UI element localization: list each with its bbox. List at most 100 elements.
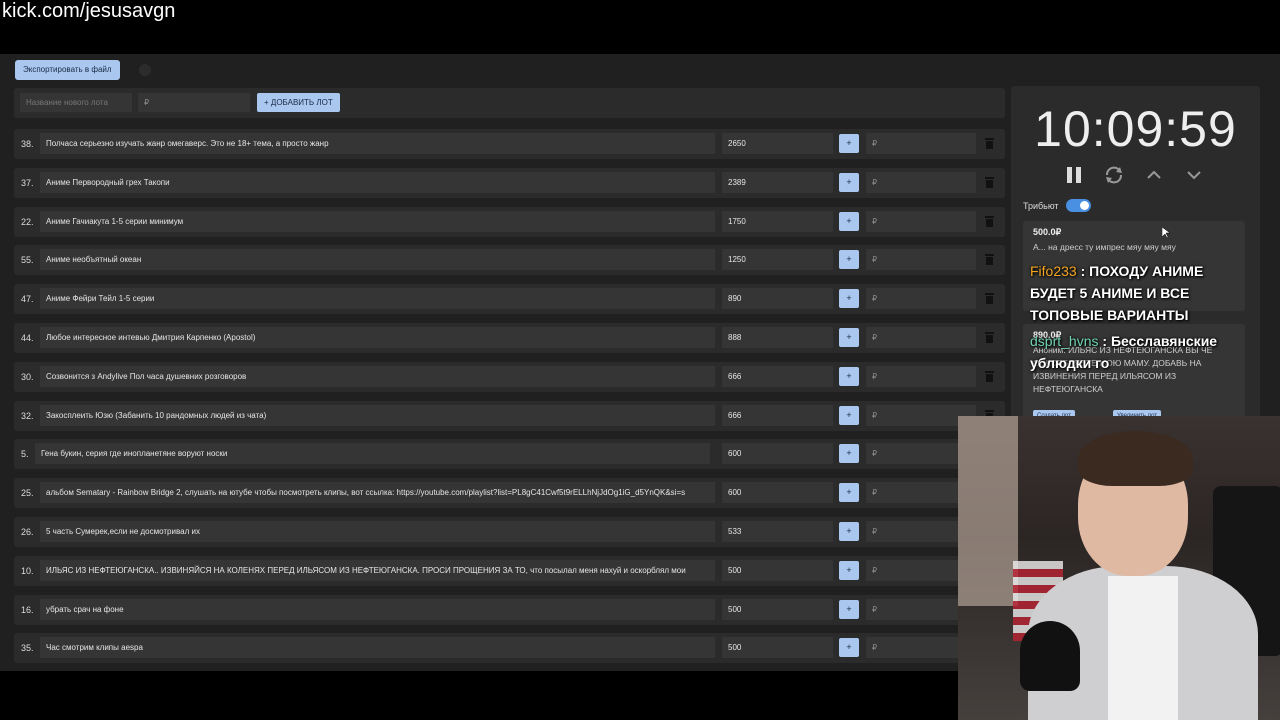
lot-row: 32. Закосплеить Юзю (Забанить 10 рандомны… <box>14 400 1005 431</box>
lot-add-amount-button[interactable]: + <box>839 366 859 386</box>
lot-number: 25. <box>21 488 34 499</box>
lot-amount-input[interactable]: 1250 <box>722 249 833 271</box>
trash-icon[interactable] <box>985 332 994 343</box>
lot-amount-input[interactable]: 2650 <box>722 133 833 154</box>
lot-add-amount-input[interactable]: ₽ <box>866 288 976 310</box>
lot-name-input[interactable]: Полчаса серьезно изучать жанр омегаверс.… <box>40 133 715 154</box>
lot-add-amount-input[interactable]: ₽ <box>866 327 976 348</box>
timer-display: 10:09:59 <box>1034 101 1237 157</box>
lot-name-input[interactable]: Закосплеить Юзю (Забанить 10 рандомных л… <box>40 404 715 426</box>
trash-icon[interactable] <box>985 293 994 305</box>
lot-add-amount-button[interactable]: + <box>839 328 859 347</box>
webcam-person-shirt <box>1108 576 1178 720</box>
lot-amount-input[interactable]: 888 <box>722 327 833 348</box>
lot-add-amount-button[interactable]: + <box>839 444 859 464</box>
lot-amount-input[interactable]: 500 <box>722 637 833 659</box>
trash-icon[interactable] <box>985 176 994 188</box>
lot-row: 22. Аниме Гачиакута 1-5 серии минимум 1750… <box>14 206 1005 237</box>
lot-add-amount-input[interactable]: ₽ <box>866 249 976 271</box>
lot-row: 26. 5 часть Сумерек,если не досмотривал и… <box>14 517 1005 547</box>
donation-card: 890.0₽ Аноним: ИЛЬЯС ИЗ НЕФТЕЮГАНСКА ВЫ … <box>1023 324 1245 426</box>
trash-icon[interactable] <box>985 254 994 266</box>
lot-name-input[interactable]: Гена букин, серия где инопланетяне ворую… <box>35 443 710 465</box>
lot-name-input[interactable]: Час смотрим клипы aespa <box>40 637 715 659</box>
lot-name-input[interactable]: альбом Sematary - Rainbow Bridge 2, слуш… <box>40 482 715 504</box>
lot-add-amount-button[interactable]: + <box>839 289 859 309</box>
lot-number: 55. <box>21 255 34 266</box>
lot-amount-input[interactable]: 666 <box>722 365 833 387</box>
lot-number: 22. <box>21 216 34 227</box>
lot-amount-input[interactable]: 533 <box>722 521 833 542</box>
lot-name-input[interactable]: убрать срач на фоне <box>40 598 715 620</box>
lot-name-input[interactable]: Аниме Гачиакута 1-5 серии минимум <box>40 210 715 232</box>
export-file-button[interactable]: Экспортировать в файл <box>15 60 120 80</box>
lot-add-amount-input[interactable]: ₽ <box>866 210 976 232</box>
lot-amount-input[interactable]: 600 <box>722 443 833 465</box>
lot-add-amount-input[interactable]: ₽ <box>866 171 976 193</box>
lot-row: 37. Аниме Первородный грех Такопи 2389 + ₽ <box>14 167 1005 198</box>
lot-add-amount-button[interactable]: + <box>839 211 859 231</box>
trash-icon[interactable] <box>985 215 994 227</box>
lot-name-input[interactable]: Созвонится з Andylive Пол часа душевних … <box>40 365 715 387</box>
webcam-person-hair <box>1078 431 1193 486</box>
lot-add-amount-input[interactable]: ₽ <box>866 365 976 387</box>
lot-amount-input[interactable]: 890 <box>722 288 833 310</box>
lot-row: 35. Час смотрим клипы aespa 500 + ₽ <box>14 633 1005 664</box>
lot-number: 47. <box>21 294 34 305</box>
add-lot-button[interactable]: + ДОБАВИТЬ ЛОТ <box>257 93 340 112</box>
add-lot-panel: Название нового лота ₽ + ДОБАВИТЬ ЛОТ <box>14 88 1005 118</box>
donation-text: А... на дресс ту импрес мяу мяу мяу <box>1033 242 1176 252</box>
theme-toggle-dot[interactable] <box>139 64 151 76</box>
lot-add-amount-button[interactable]: + <box>839 483 859 503</box>
lot-row: 25. альбом Sematary - Rainbow Bridge 2, с… <box>14 478 1005 509</box>
lot-add-amount-button[interactable]: + <box>839 638 859 658</box>
chevron-up-icon[interactable] <box>1143 164 1165 186</box>
lot-name-input[interactable]: Аниме Фейри Тейл 1-5 серии <box>40 288 715 310</box>
lot-number: 37. <box>21 177 34 188</box>
lot-add-amount-button[interactable]: + <box>839 405 859 425</box>
lot-amount-input[interactable]: 500 <box>722 559 833 581</box>
lot-add-amount-button[interactable]: + <box>839 560 859 580</box>
lot-row: 16. убрать срач на фоне 500 + ₽ <box>14 594 1005 625</box>
webcam-feed <box>958 416 1280 720</box>
lot-row: 10. ИЛЬЯС ИЗ НЕФТЕЮГАНСКА.. ИЗВИНЯЙСЯ НА … <box>14 555 1005 586</box>
pause-icon[interactable] <box>1063 164 1085 186</box>
lot-number: 32. <box>21 410 34 421</box>
lot-add-amount-button[interactable]: + <box>839 250 859 270</box>
chevron-down-icon[interactable] <box>1183 164 1205 186</box>
lot-add-amount-button[interactable]: + <box>839 172 859 192</box>
lot-name-input[interactable]: Аниме необъятный океан <box>40 249 715 271</box>
lot-number: 26. <box>21 527 34 537</box>
trash-icon[interactable] <box>985 370 994 382</box>
lot-row: 47. Аниме Фейри Тейл 1-5 серии 890 + ₽ <box>14 284 1005 315</box>
lot-name-input[interactable]: Аниме Первородный грех Такопи <box>40 171 715 193</box>
lot-add-amount-button[interactable]: + <box>839 522 859 541</box>
reset-icon[interactable] <box>1103 164 1125 186</box>
lot-name-input[interactable]: Любое интересное интевью Дмитрия Карпенк… <box>40 327 715 348</box>
lot-add-amount-button[interactable]: + <box>839 599 859 619</box>
stream-url-overlay: kick.com/jesusavgn <box>2 0 176 22</box>
lot-number: 38. <box>21 139 34 149</box>
lot-name-input[interactable]: ИЛЬЯС ИЗ НЕФТЕЮГАНСКА.. ИЗВИНЯЙСЯ НА КОЛ… <box>40 559 715 581</box>
mouse-cursor-icon <box>1162 227 1170 239</box>
new-lot-price-input[interactable]: ₽ <box>138 93 250 112</box>
webcam-background-curtain <box>958 416 1018 606</box>
donation-card: 500.0₽ А... на дресс ту импрес мяу мяу м… <box>1023 221 1245 311</box>
donation-amount: 890.0₽ <box>1033 330 1062 340</box>
lot-amount-input[interactable]: 666 <box>722 404 833 426</box>
trash-icon[interactable] <box>985 138 994 149</box>
lot-row: 5. Гена букин, серия где инопланетяне вор… <box>14 439 1005 470</box>
lot-amount-input[interactable]: 600 <box>722 482 833 504</box>
new-lot-name-input[interactable]: Название нового лота <box>20 93 132 112</box>
tribute-toggle[interactable] <box>1066 199 1091 212</box>
lot-add-amount-input[interactable]: ₽ <box>866 133 976 154</box>
tribute-label: Трибьют <box>1023 201 1059 211</box>
lot-amount-input[interactable]: 500 <box>722 598 833 620</box>
lot-name-input[interactable]: 5 часть Сумерек,если не досмотривал их <box>40 521 715 542</box>
lot-add-amount-button[interactable]: + <box>839 134 859 153</box>
lot-row: 44. Любое интересное интевью Дмитрия Карп… <box>14 323 1005 353</box>
donation-text: Аноним: ИЛЬЯС ИЗ НЕФТЕЮГАНСКА ВЫ ЧЕ ОСКО… <box>1033 345 1213 394</box>
lot-amount-input[interactable]: 1750 <box>722 210 833 232</box>
lot-amount-input[interactable]: 2389 <box>722 171 833 193</box>
lot-number: 10. <box>21 565 34 576</box>
